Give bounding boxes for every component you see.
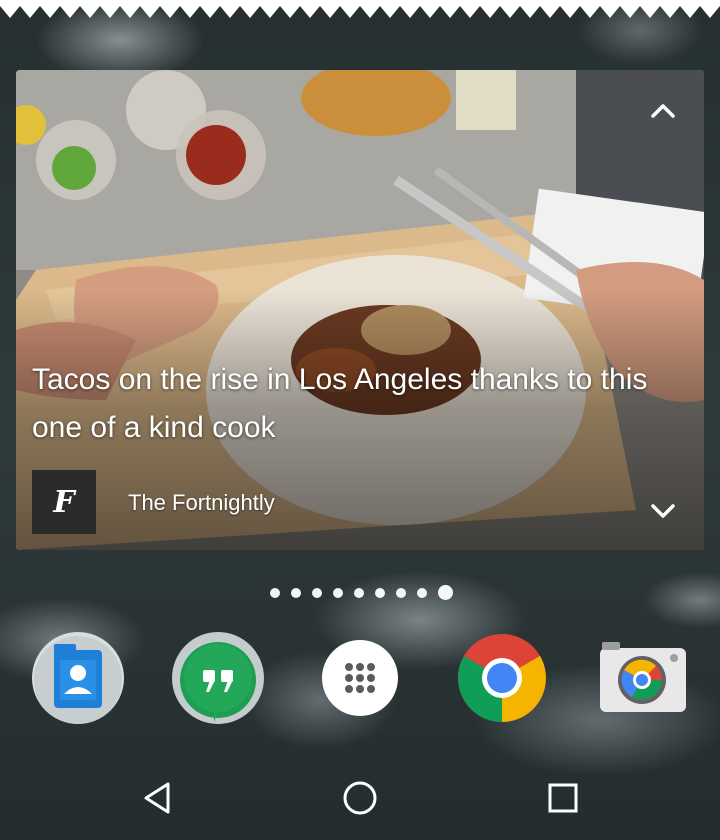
chrome-icon[interactable]	[454, 630, 550, 726]
page-dot	[354, 587, 364, 598]
dock	[0, 630, 720, 730]
app-drawer-icon[interactable]	[312, 630, 408, 726]
back-icon[interactable]	[138, 778, 178, 818]
camera-icon[interactable]	[594, 630, 690, 726]
news-card[interactable]: Tacos on the rise in Los Angeles thanks …	[16, 70, 704, 550]
page-dot	[375, 587, 385, 598]
recents-icon[interactable]	[543, 778, 583, 818]
contacts-icon[interactable]	[30, 630, 126, 726]
home-icon[interactable]	[340, 778, 380, 818]
source-logo: F	[32, 470, 96, 534]
status-bar-edge	[0, 0, 720, 18]
page-dot-active	[438, 585, 453, 600]
page-dot	[312, 587, 322, 598]
page-dot	[291, 587, 301, 598]
source-name: The Fortnightly	[128, 490, 275, 515]
navigation-bar	[0, 760, 720, 840]
page-dot	[417, 587, 427, 598]
expand-chevron-down-icon[interactable]	[648, 496, 678, 526]
page-indicator	[270, 585, 464, 600]
page-dot	[396, 587, 406, 598]
hangouts-icon[interactable]	[170, 630, 266, 726]
page-dot	[333, 587, 343, 598]
collapse-chevron-up-icon[interactable]	[648, 96, 678, 126]
news-headline: Tacos on the rise in Los Angeles thanks …	[32, 363, 648, 444]
page-dot	[270, 587, 280, 598]
